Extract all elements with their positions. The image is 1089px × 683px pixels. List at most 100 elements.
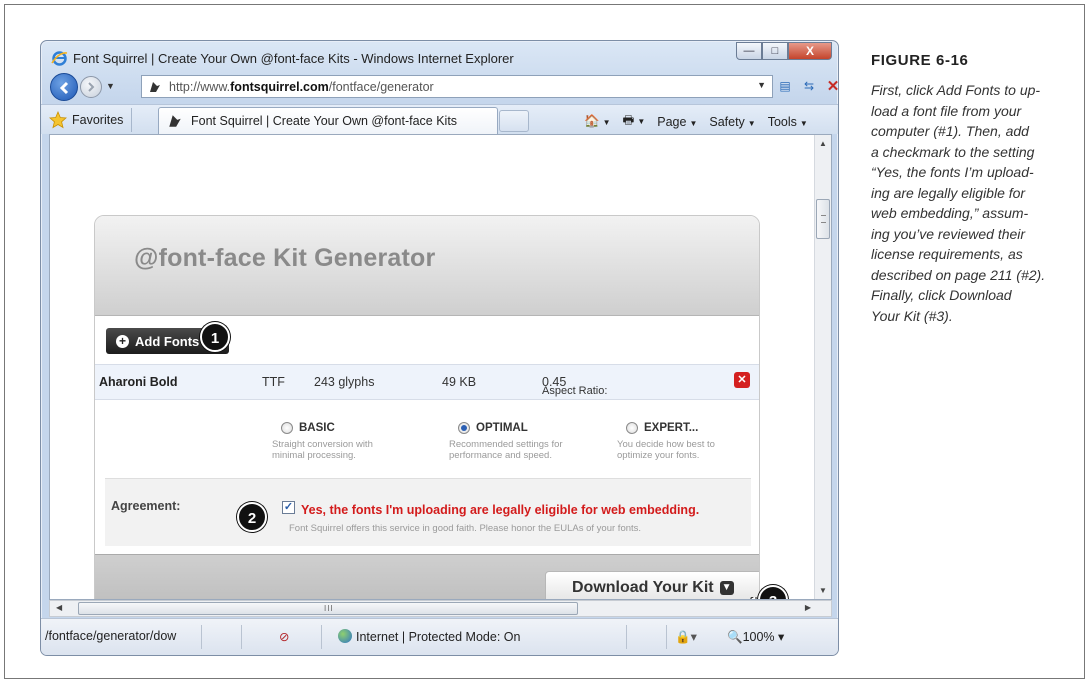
plus-icon: + (116, 334, 129, 348)
horizontal-scroll-thumb[interactable]: III (78, 602, 578, 615)
option-expert-label: EXPERT... (644, 422, 699, 434)
url-domain: fontsquirrel.com (230, 80, 329, 94)
arrow-right-icon (88, 82, 95, 92)
command-bar: Favorites Font Squirrel | Create Your Ow… (41, 104, 838, 134)
scroll-down-icon[interactable]: ▼ (819, 586, 827, 595)
font-glyphs: 243 glyphs (314, 375, 375, 389)
option-optimal-label: OPTIMAL (476, 422, 528, 434)
navigation-bar: ▼ http://www.fontsquirrel.com/fontface/g… (41, 70, 838, 104)
basic-radio[interactable] (281, 422, 293, 434)
expert-radio[interactable] (626, 422, 638, 434)
generator-footer: Download Your Kit ▼ (95, 554, 759, 599)
aspect-ratio: Aspect Ratio: 0.45 (542, 375, 607, 397)
page-menu[interactable]: Page ▼ (657, 115, 697, 129)
generator-header: @font-face Kit Generator (95, 216, 759, 316)
protected-mode-icon[interactable]: 🔒▾ (675, 629, 697, 645)
back-button[interactable] (50, 73, 78, 101)
zoom-control[interactable]: 🔍100% ▾ (727, 629, 784, 645)
window-title: Font Squirrel | Create Your Own @font-fa… (73, 51, 514, 66)
address-bar[interactable]: http://www.fontsquirrel.com/fontface/gen… (141, 75, 773, 98)
horizontal-scrollbar[interactable]: ◀ III ▶ (49, 600, 832, 617)
agreement-checkbox[interactable]: ✓ (282, 501, 295, 514)
home-icon[interactable]: 🏠 ▼ (584, 114, 611, 129)
page-viewport: @font-face Kit Generator + Add Fonts Aha… (49, 134, 832, 600)
caption-line: ing are legally eligible for (871, 184, 1026, 201)
scroll-left-icon[interactable]: ◀ (56, 603, 62, 612)
security-zone[interactable]: Internet | Protected Mode: On (338, 629, 520, 644)
caption-line: license requirements, as (871, 246, 1023, 262)
squirrel-favicon-icon (169, 115, 181, 127)
agreement-text: Yes, the fonts I'm uploading are legally… (301, 503, 700, 517)
font-format: TTF (262, 375, 285, 389)
callout-2: 2 (237, 502, 267, 532)
download-kit-button[interactable]: Download Your Kit ▼ (545, 571, 759, 599)
caption-line: a checkmark to the setting (871, 143, 1035, 160)
url-path: /fontface/generator (328, 80, 434, 94)
zoom-level: 100% (742, 630, 775, 644)
browser-window: Font Squirrel | Create Your Own @font-fa… (40, 40, 839, 656)
new-tab-button[interactable] (499, 110, 529, 132)
close-button[interactable]: X (788, 42, 832, 60)
option-basic[interactable]: BASIC Straight conversion with minimal pr… (272, 422, 373, 461)
scroll-right-icon[interactable]: ▶ (805, 603, 811, 612)
tab-font-squirrel[interactable]: Font Squirrel | Create Your Own @font-fa… (158, 107, 498, 134)
vertical-scroll-thumb[interactable] (816, 199, 830, 239)
caption-line: “Yes, the fonts I’m upload- (871, 164, 1034, 180)
stop-icon[interactable]: ✕ (825, 78, 838, 95)
option-optimal-desc-2: performance and speed. (449, 450, 552, 461)
option-optimal[interactable]: OPTIMAL Recommended settings for performa… (449, 422, 563, 461)
status-bar: /fontface/generator/dow ⊘ Internet | Pro… (41, 618, 838, 655)
title-bar: Font Squirrel | Create Your Own @font-fa… (41, 41, 838, 71)
caption-line: described on page 211 (#2). (871, 266, 1046, 283)
conversion-options: BASIC Straight conversion with minimal pr… (95, 402, 759, 476)
favorites-label: Favorites (72, 113, 124, 127)
command-tools: 🏠 ▼ 🖶 ▼ Page ▼ Safety ▼ Tools ▼ (584, 111, 808, 132)
caption-line: computer (#1). Then, add (871, 123, 1029, 139)
minimize-button[interactable]: — (736, 42, 762, 60)
callout-1: 1 (200, 322, 230, 352)
url-prefix: http://www. (169, 80, 231, 94)
security-zone-label: Internet | Protected Mode: On (356, 630, 521, 644)
url-text: http://www.fontsquirrel.com/fontface/gen… (169, 80, 434, 94)
status-url: /fontface/generator/dow (45, 629, 177, 643)
maximize-button[interactable]: □ (762, 42, 788, 60)
font-name: Aharoni Bold (99, 375, 178, 389)
squirrel-favicon-icon (150, 82, 160, 92)
scroll-up-icon[interactable]: ▲ (819, 139, 827, 148)
font-row: Aharoni Bold TTF 243 glyphs 49 KB Aspect… (95, 364, 759, 400)
caption-line: First, click Add Fonts to up- (871, 82, 1041, 98)
download-arrow-icon: ▼ (719, 580, 734, 595)
address-tools: ▤ ⇆ ✕ (777, 78, 838, 95)
caption-line: Your Kit (#3). (871, 307, 953, 324)
recent-pages-dropdown[interactable]: ▼ (106, 81, 115, 91)
remove-font-button[interactable]: ✕ (734, 372, 750, 388)
aspect-ratio-label: Aspect Ratio: (542, 385, 608, 397)
option-basic-desc-1: Straight conversion with (272, 439, 373, 450)
safety-menu[interactable]: Safety ▼ (709, 115, 755, 129)
figure-label: FIGURE 6-16 (871, 52, 969, 69)
option-expert-desc-1: You decide how best to (617, 439, 715, 450)
star-icon (49, 111, 67, 129)
refresh-icon[interactable]: ⇆ (801, 78, 817, 94)
ie-logo-icon (51, 51, 68, 66)
safety-menu-label: Safety (709, 114, 745, 129)
address-dropdown[interactable]: ▼ (757, 80, 766, 90)
tools-menu[interactable]: Tools ▼ (768, 115, 808, 129)
option-expert[interactable]: EXPERT... You decide how best to optimize… (617, 422, 715, 461)
privacy-icon[interactable]: ⊘ (279, 629, 289, 644)
arrow-left-icon (59, 81, 69, 95)
vertical-scrollbar[interactable]: ▲ ▼ (814, 135, 831, 599)
agreement-label: Agreement: (111, 499, 181, 513)
option-basic-label: BASIC (299, 422, 335, 434)
compatibility-view-icon[interactable]: ▤ (777, 78, 793, 94)
print-icon[interactable]: 🖶 ▼ (623, 111, 646, 132)
optimal-radio[interactable] (458, 422, 470, 434)
globe-icon (338, 629, 352, 643)
caption-line: ing you’ve reviewed their (871, 225, 1026, 242)
page-menu-label: Page (657, 114, 687, 129)
agreement-row: Agreement: ✓ Yes, the fonts I'm uploadin… (105, 478, 751, 546)
favorites-button[interactable]: Favorites (49, 108, 133, 132)
forward-button[interactable] (80, 76, 102, 98)
option-basic-desc-2: minimal processing. (272, 450, 356, 461)
caption-line: Finally, click Download (871, 287, 1012, 303)
